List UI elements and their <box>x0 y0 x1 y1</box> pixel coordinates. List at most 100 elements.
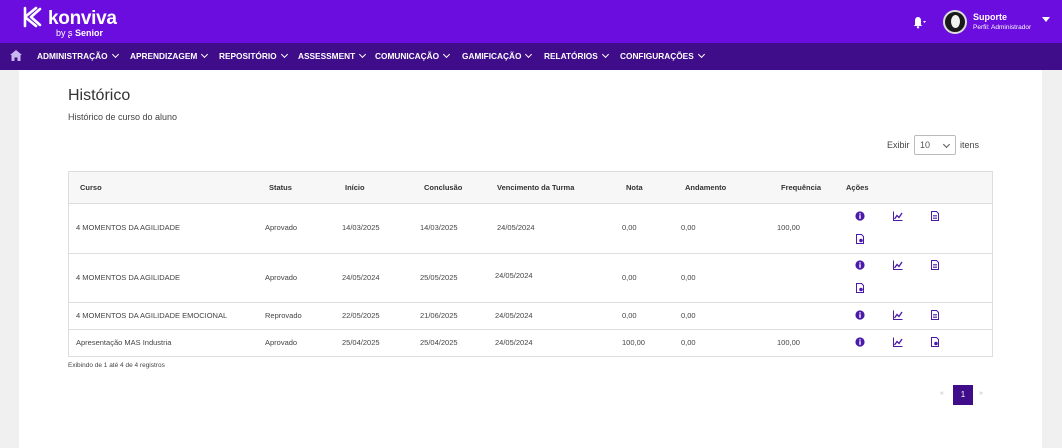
page-subtitle: Histórico de curso do aluno <box>68 112 178 122</box>
chevron-down-icon <box>697 50 705 59</box>
chart-icon[interactable] <box>893 310 903 320</box>
nav-item-comunicacao[interactable]: COMUNICAÇÃO <box>375 43 451 70</box>
pagination-next[interactable]: » <box>979 390 983 397</box>
chevron-down-icon <box>942 140 951 149</box>
chevron-down-icon <box>280 50 288 59</box>
brand-name: konviva <box>48 8 117 29</box>
cell-status: Aprovado <box>265 273 298 282</box>
pagination-prev[interactable]: « <box>940 390 944 397</box>
cell-conclusao: 21/06/2025 <box>420 311 458 320</box>
chart-icon[interactable] <box>893 211 903 221</box>
column-header-andamento[interactable]: Andamento <box>685 183 726 192</box>
nav-item-administracao[interactable]: ADMINISTRAÇÃO <box>37 43 119 70</box>
cell-nota: 0,00 <box>622 273 637 282</box>
cell-nota: 0,00 <box>622 311 637 320</box>
certificate-icon[interactable] <box>930 337 940 347</box>
chevron-down-icon <box>601 50 609 59</box>
nav-item-relatorios[interactable]: RELATÓRIOS <box>544 43 609 70</box>
column-header-vencimento[interactable]: Vencimento da Turma <box>497 183 574 192</box>
nav-item-label: APRENDIZAGEM <box>130 51 198 61</box>
cell-vencimento: 24/05/2024 <box>495 271 533 280</box>
home-icon[interactable] <box>10 50 22 61</box>
cell-inicio: 22/05/2025 <box>342 311 380 320</box>
senior-icon: ʂ <box>68 28 73 38</box>
info-icon[interactable] <box>855 310 865 320</box>
cell-curso: 4 MOMENTOS DA AGILIDADE <box>76 273 181 282</box>
nav-item-gamificacao[interactable]: GAMIFICAÇÃO <box>462 43 533 70</box>
cell-inicio: 14/03/2025 <box>342 223 380 232</box>
column-header-conclusao[interactable]: Conclusão <box>424 183 462 192</box>
user-role: Perfil: Administrador <box>973 24 1032 31</box>
info-icon[interactable] <box>855 211 865 221</box>
cell-inicio: 24/05/2024 <box>342 273 380 282</box>
chevron-down-icon <box>359 50 367 59</box>
notification-bell-icon[interactable] <box>910 15 926 29</box>
cell-inicio: 25/04/2025 <box>342 338 380 347</box>
cell-curso: 4 MOMENTOS DA AGILIDADE EMOCIONAL <box>76 311 228 320</box>
brand-sub-by: by <box>56 28 66 38</box>
cell-conclusao: 25/05/2025 <box>420 273 458 282</box>
brand-sub: by ʂ Senior <box>56 28 103 38</box>
cell-frequencia: 100,00 <box>777 223 800 232</box>
nav-item-label: REPOSITÓRIO <box>219 51 277 61</box>
info-icon[interactable] <box>855 337 865 347</box>
nav-item-label: ASSESSMENT <box>298 51 356 61</box>
brand-sub-brand: Senior <box>75 28 104 38</box>
info-icon[interactable] <box>855 260 865 270</box>
chevron-down-icon <box>443 50 451 59</box>
cell-vencimento: 24/05/2024 <box>495 338 533 347</box>
column-header-frequencia[interactable]: Frequência <box>781 183 821 192</box>
cell-vencimento: 24/05/2024 <box>495 311 533 320</box>
page-title: Histórico <box>68 87 131 104</box>
document-icon[interactable] <box>930 260 940 270</box>
user-avatar[interactable] <box>943 10 967 34</box>
cell-status: Aprovado <box>265 338 298 347</box>
row-divider <box>69 329 992 330</box>
row-divider <box>69 253 992 254</box>
page-size-value: 10 <box>920 140 931 150</box>
nav-item-label: COMUNICAÇÃO <box>375 51 440 61</box>
document-icon[interactable] <box>930 211 940 221</box>
page-size-select[interactable]: 10 <box>914 135 956 155</box>
cell-andamento: 0,00 <box>681 273 696 282</box>
row-divider <box>69 302 992 303</box>
column-header-curso[interactable]: Curso <box>80 183 102 192</box>
user-name[interactable]: Suporte <box>973 12 1007 22</box>
cell-vencimento: 24/05/2024 <box>497 223 535 232</box>
table-header: Curso Status Início Conclusão Vencimento… <box>69 172 992 204</box>
certificate-icon[interactable] <box>855 283 865 293</box>
page-size-label: Exibir <box>887 140 910 150</box>
document-icon[interactable] <box>930 310 940 320</box>
column-header-inicio[interactable]: Início <box>345 183 365 192</box>
chevron-down-icon <box>111 50 119 59</box>
cell-status: Reprovado <box>265 311 302 320</box>
nav-item-label: CONFIGURAÇÕES <box>620 51 694 61</box>
konviva-k-icon <box>23 6 42 28</box>
cell-nota: 100,00 <box>622 338 645 347</box>
cell-status: Aprovado <box>265 223 298 232</box>
page-size-suffix: itens <box>960 140 980 150</box>
history-table: Curso Status Início Conclusão Vencimento… <box>68 171 993 357</box>
nav-item-configuracoes[interactable]: CONFIGURAÇÕES <box>620 43 705 70</box>
cell-frequencia: 100,00 <box>777 338 800 347</box>
column-header-acoes: Ações <box>846 183 869 192</box>
chart-icon[interactable] <box>893 337 903 347</box>
cell-andamento: 0,00 <box>681 338 696 347</box>
top-bar: konviva by ʂ Senior Suporte Perfil: Admi… <box>0 0 1062 43</box>
chart-icon[interactable] <box>893 260 903 270</box>
nav-item-label: RELATÓRIOS <box>544 51 598 61</box>
cell-andamento: 0,00 <box>681 223 696 232</box>
column-header-status[interactable]: Status <box>269 183 292 192</box>
cell-andamento: 0,00 <box>681 311 696 320</box>
pagination-page-1[interactable]: 1 <box>953 385 973 405</box>
cell-conclusao: 25/04/2025 <box>420 338 458 347</box>
user-menu-caret-icon[interactable] <box>1042 17 1050 22</box>
cell-nota: 0,00 <box>622 223 637 232</box>
cell-conclusao: 14/03/2025 <box>420 223 458 232</box>
nav-item-aprendizagem[interactable]: APRENDIZAGEM <box>130 43 209 70</box>
column-header-nota[interactable]: Nota <box>626 183 643 192</box>
cell-curso: Apresentação MAS Industria <box>76 338 172 347</box>
nav-item-repositorio[interactable]: REPOSITÓRIO <box>219 43 288 70</box>
nav-item-assessment[interactable]: ASSESSMENT <box>298 43 367 70</box>
certificate-icon[interactable] <box>855 234 865 244</box>
